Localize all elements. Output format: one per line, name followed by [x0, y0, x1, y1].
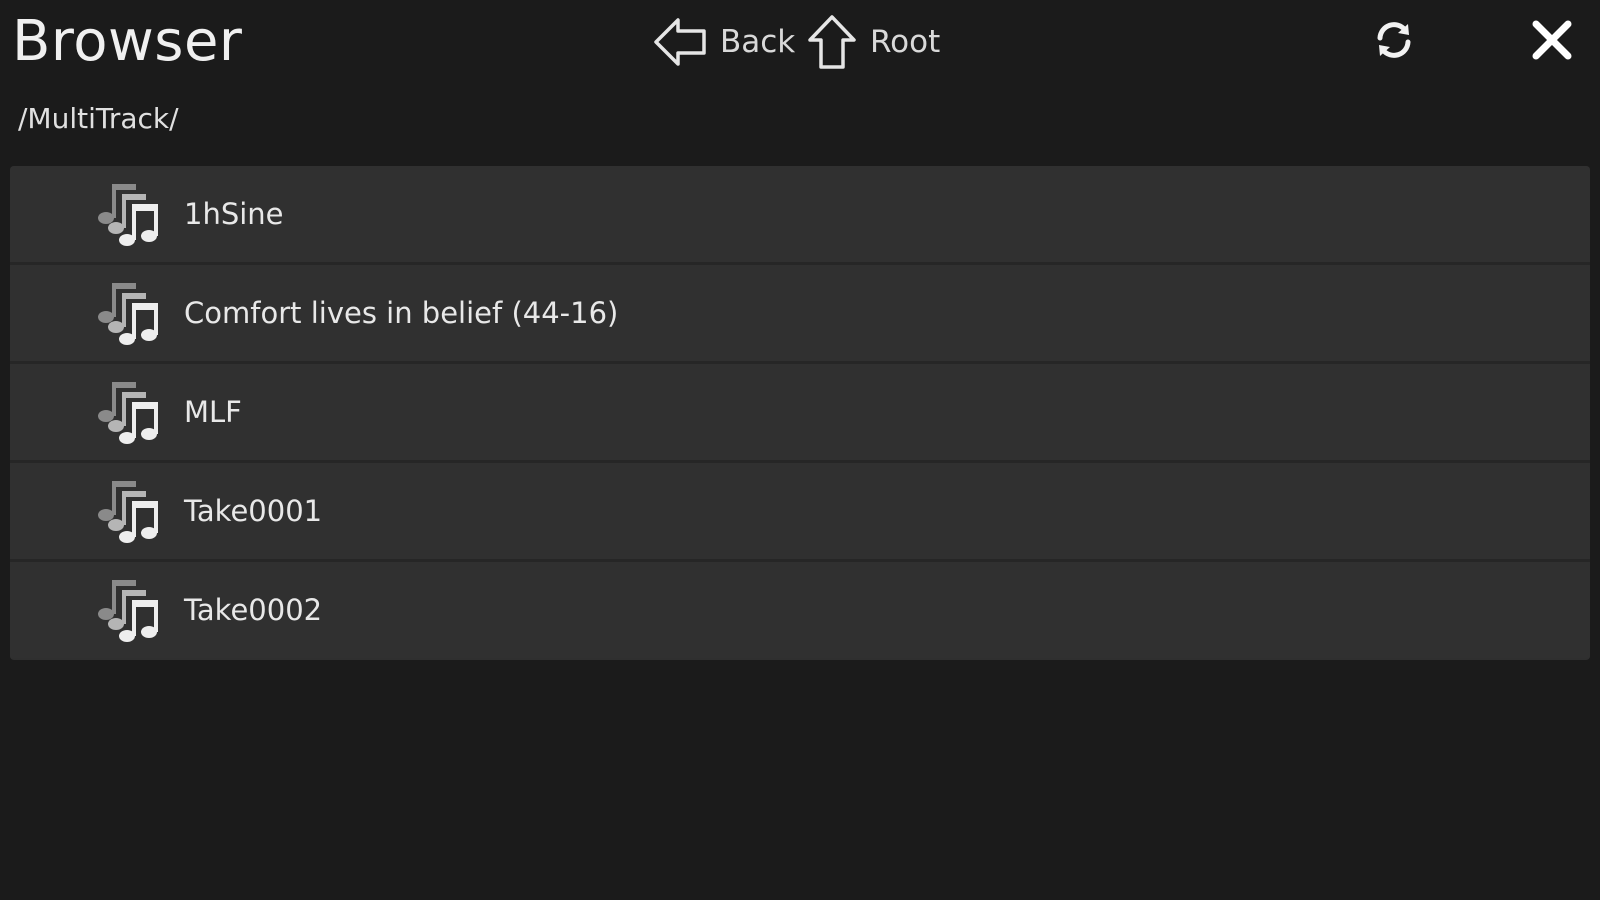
root-button[interactable]: Root	[806, 8, 940, 76]
file-name: Comfort lives in belief (44-16)	[184, 296, 619, 330]
back-button-label: Back	[720, 24, 796, 60]
list-item[interactable]: 1hSine	[10, 166, 1590, 265]
file-name: Take0002	[184, 593, 323, 627]
music-notes-icon	[96, 180, 162, 248]
file-name: 1hSine	[184, 197, 284, 231]
list-item[interactable]: Comfort lives in belief (44-16)	[10, 265, 1590, 364]
list-item[interactable]: Take0001	[10, 463, 1590, 562]
file-browser-window: Browser Back Root /MultiTrack/ 1hSine Co…	[0, 0, 1600, 900]
file-name: MLF	[184, 395, 242, 429]
root-button-label: Root	[870, 24, 941, 60]
close-button[interactable]	[1522, 14, 1582, 70]
file-name: Take0001	[184, 494, 323, 528]
up-arrow-icon	[806, 13, 858, 71]
music-notes-icon	[96, 378, 162, 446]
list-item[interactable]: MLF	[10, 364, 1590, 463]
music-notes-icon	[96, 477, 162, 545]
music-notes-icon	[96, 576, 162, 644]
refresh-button[interactable]	[1364, 14, 1424, 70]
file-list: 1hSine Comfort lives in belief (44-16) M…	[10, 166, 1590, 660]
music-notes-icon	[96, 279, 162, 347]
header-bar: Browser Back Root	[0, 0, 1600, 90]
back-button[interactable]: Back	[652, 8, 795, 76]
current-path: /MultiTrack/	[18, 102, 179, 135]
back-arrow-icon	[652, 16, 708, 68]
refresh-icon	[1372, 18, 1416, 66]
close-icon	[1530, 18, 1574, 66]
page-title: Browser	[12, 9, 243, 74]
list-item[interactable]: Take0002	[10, 562, 1590, 658]
